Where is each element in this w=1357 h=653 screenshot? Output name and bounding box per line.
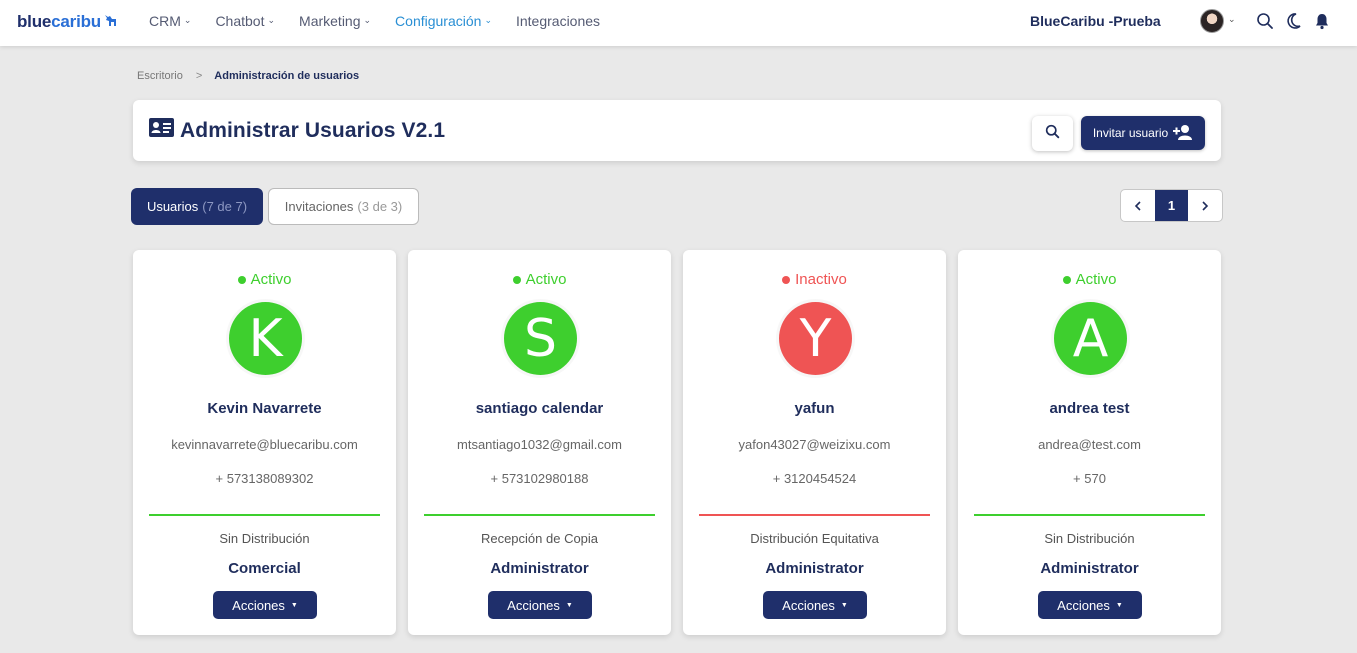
breadcrumb: Escritorio > Administración de usuarios: [137, 70, 359, 82]
chevron-down-icon: ⌄: [363, 14, 372, 25]
user-distribution: Distribución Equitativa: [750, 531, 879, 546]
user-email: andrea@test.com: [1038, 437, 1141, 452]
caret-down-icon: ▼: [1115, 601, 1123, 609]
status-divider: [699, 514, 930, 516]
user-role: Administrator: [765, 560, 864, 577]
search-icon: [1045, 124, 1060, 144]
bell-icon[interactable]: [1314, 12, 1334, 32]
status-dot-icon: [237, 275, 246, 284]
nav-item-configuracion[interactable]: Configuración ⌄: [395, 13, 492, 29]
user-role: Administrator: [1040, 560, 1139, 577]
caret-down-icon: ▼: [565, 601, 573, 609]
actions-dropdown-button[interactable]: Acciones ▼: [1038, 591, 1142, 619]
user-card: Inactivo Y yafun yafon43027@weizixu.com …: [683, 250, 946, 635]
status-badge: Inactivo: [683, 271, 946, 288]
pagination-prev-button[interactable]: [1121, 190, 1155, 221]
user-distribution: Sin Distribución: [1044, 531, 1135, 546]
company-name[interactable]: BlueCaribu -Prueba: [1030, 13, 1161, 29]
tab-invitations[interactable]: Invitaciones (3 de 3): [268, 188, 419, 225]
status-dot-icon: [782, 275, 791, 284]
tab-users[interactable]: Usuarios (7 de 7): [131, 188, 263, 225]
status-dot-icon: [1062, 275, 1071, 284]
user-distribution: Sin Distribución: [219, 531, 310, 546]
user-email: yafon43027@weizixu.com: [738, 437, 891, 452]
invite-user-label: Invitar usuario: [1092, 126, 1169, 140]
search-users-button[interactable]: [1032, 116, 1073, 151]
brand-text-blue: blue: [17, 12, 52, 31]
invite-user-button[interactable]: Invitar usuario: [1081, 116, 1205, 150]
user-avatar: A: [1054, 302, 1127, 375]
nav-item-chatbot[interactable]: Chatbot ⌄: [215, 13, 275, 29]
pagination-page-button[interactable]: 1: [1155, 190, 1188, 221]
actions-dropdown-button[interactable]: Acciones ▼: [488, 591, 592, 619]
breadcrumb-current: Administración de usuarios: [214, 70, 360, 82]
user-phone: + 570: [1073, 471, 1106, 486]
status-dot-icon: [512, 275, 521, 284]
user-avatar: Y: [779, 302, 852, 375]
main-nav: CRM ⌄ Chatbot ⌄ Marketing ⌄ Configuración ⌄ …: [149, 13, 624, 29]
nav-item-integraciones[interactable]: Integraciones: [516, 13, 600, 29]
avatar[interactable]: [1200, 9, 1224, 33]
actions-dropdown-button[interactable]: Acciones ▼: [213, 591, 317, 619]
user-phone: + 573138089302: [215, 471, 314, 486]
chevron-left-icon: [1134, 200, 1141, 211]
user-email: kevinnavarrete@bluecaribu.com: [171, 437, 358, 452]
actions-dropdown-button[interactable]: Acciones ▼: [763, 591, 867, 619]
brand-text-caribu: caribu: [51, 12, 101, 31]
status-badge: Activo: [408, 271, 671, 288]
user-phone: + 573102980188: [490, 471, 589, 486]
user-name: yafun: [794, 400, 835, 417]
user-card: Activo A andrea test andrea@test.com + 5…: [958, 250, 1221, 635]
caret-down-icon: ▼: [290, 601, 298, 609]
status-badge: Activo: [133, 271, 396, 288]
top-navbar: blue caribu CRM ⌄ Chatbot ⌄ Marketing ⌄ Conf…: [0, 0, 1357, 46]
nav-item-marketing[interactable]: Marketing ⌄: [299, 13, 371, 29]
user-name: andrea test: [1049, 400, 1130, 417]
user-name: santiago calendar: [475, 400, 604, 417]
caribou-icon: [103, 14, 117, 30]
user-card: Activo S santiago calendar mtsantiago103…: [408, 250, 671, 635]
breadcrumb-separator: >: [195, 70, 203, 82]
add-user-icon: [1168, 124, 1193, 143]
brand-logo[interactable]: blue caribu: [17, 12, 117, 32]
pagination: 1: [1120, 189, 1223, 222]
chevron-right-icon: [1202, 200, 1209, 211]
page-title-text: Administrar Usuarios V2.1: [180, 118, 446, 142]
user-card: Activo K Kevin Navarrete kevinnavarrete@…: [133, 250, 396, 635]
status-divider: [424, 514, 655, 516]
status-divider: [149, 514, 380, 516]
user-name: Kevin Navarrete: [207, 400, 322, 417]
user-distribution: Recepción de Copia: [480, 531, 599, 546]
id-card-icon: [149, 118, 180, 143]
breadcrumb-root[interactable]: Escritorio: [137, 70, 183, 82]
chevron-down-icon: ⌄: [267, 14, 276, 25]
status-divider: [974, 514, 1205, 516]
caret-down-icon: ▼: [840, 601, 848, 609]
page-title: Administrar Usuarios V2.1: [149, 118, 445, 143]
moon-icon[interactable]: [1286, 12, 1306, 32]
pagination-next-button[interactable]: [1188, 190, 1222, 221]
user-avatar: S: [504, 302, 577, 375]
search-icon[interactable]: [1256, 12, 1276, 32]
user-phone: + 3120454524: [772, 471, 857, 486]
nav-item-crm[interactable]: CRM ⌄: [149, 13, 191, 29]
user-role: Administrator: [490, 560, 589, 577]
chevron-down-icon: ⌄: [484, 14, 492, 25]
chevron-down-icon[interactable]: ⌄: [1228, 14, 1236, 25]
chevron-down-icon: ⌄: [183, 14, 192, 25]
status-badge: Activo: [958, 271, 1221, 288]
page-header-card: Administrar Usuarios V2.1 Invitar usuari…: [133, 100, 1221, 161]
user-email: mtsantiago1032@gmail.com: [457, 437, 622, 452]
user-role: Comercial: [228, 560, 301, 577]
user-avatar: K: [229, 302, 302, 375]
